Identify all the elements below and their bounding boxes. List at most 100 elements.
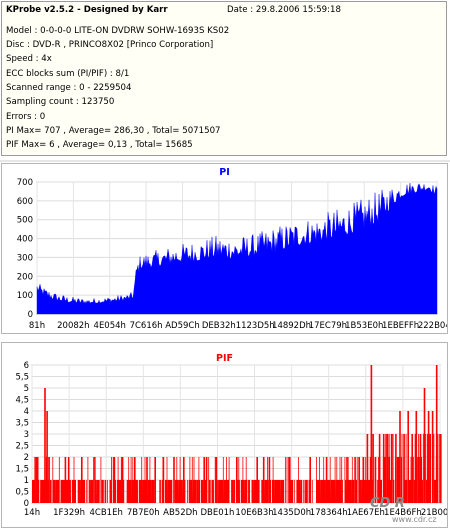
pi-x-tick-label: 7C616h bbox=[130, 321, 163, 331]
pif-bar bbox=[354, 457, 356, 503]
pif-bar bbox=[415, 411, 418, 503]
speed-line: Speed : 4x bbox=[6, 54, 52, 64]
pi-x-tick-label: 17EC79h bbox=[309, 321, 347, 331]
pi-chart: 0 100 200 300 400 500 600 700 81h 20082h 4E054h 7C6… bbox=[17, 178, 447, 331]
pi-y-tick-label: 100 bbox=[17, 291, 33, 301]
pi-y-tick-label: 300 bbox=[17, 253, 33, 263]
pif-chart-panel: PIF 0 0,5 1 1,5 2 2,5 3 3,5 4 4,5 5 5,5 6 14h 1F329h 4C… bbox=[1, 342, 448, 528]
pif-bar bbox=[203, 457, 205, 503]
watermark-logo: CD R bbox=[370, 496, 405, 511]
pif-bar bbox=[46, 411, 48, 503]
pif-bar bbox=[48, 457, 50, 503]
pif-bar bbox=[440, 434, 442, 503]
pif-y-tick-label: 3,5 bbox=[15, 419, 29, 429]
pif-bar bbox=[162, 457, 165, 503]
pif-bar bbox=[154, 457, 156, 503]
pi-y-tick-label: 500 bbox=[17, 216, 33, 226]
pif-bar bbox=[370, 365, 373, 503]
model-line: Model : 0-0-0-0 LITE-ON DVDRW SOHW-1693S… bbox=[6, 26, 230, 36]
pi-x-tick-label: 14892Dh bbox=[272, 321, 311, 331]
watermark-url: www.cdr.cz bbox=[392, 515, 437, 524]
pi-summary-line: PI Max= 707 , Average= 286,30 , Total= 5… bbox=[6, 126, 221, 136]
pif-bar bbox=[391, 434, 393, 503]
pif-y-tick-label: 2,5 bbox=[15, 442, 29, 452]
pif-y-tick-label: 5,5 bbox=[15, 373, 29, 383]
pif-bar bbox=[101, 480, 103, 503]
pif-bar bbox=[325, 457, 328, 503]
pif-x-tick-label: 7B7E0h bbox=[127, 508, 160, 518]
pi-x-tick-label: 20082h bbox=[57, 321, 89, 331]
pif-y-tick-label: 4 bbox=[24, 407, 29, 417]
pif-bar bbox=[134, 457, 136, 503]
pif-bar bbox=[142, 480, 144, 503]
pi-y-tick-label: 0 bbox=[28, 310, 33, 320]
disc-line: Disc : DVD-R , PRINCO8X02 [Princo Corpor… bbox=[6, 40, 214, 50]
app-title: KProbe v2.5.2 - Designed by Karr bbox=[6, 5, 168, 15]
pif-bar bbox=[195, 480, 197, 503]
pif-bar bbox=[346, 457, 348, 503]
divider bbox=[0, 160, 450, 162]
pif-bar bbox=[256, 457, 258, 503]
pi-y-tick-label: 700 bbox=[17, 178, 33, 188]
pif-bar bbox=[93, 457, 95, 503]
pif-x-tick-label: 4CB1Eh bbox=[90, 508, 123, 518]
pi-x-tick-label: 81h bbox=[29, 321, 45, 331]
pif-bar bbox=[248, 480, 250, 503]
pif-bar bbox=[215, 457, 218, 503]
pif-bar bbox=[121, 480, 124, 503]
pif-x-tick-label: 1F329h bbox=[53, 508, 85, 518]
pif-y-tick-label: 5 bbox=[24, 384, 29, 394]
pif-bar bbox=[64, 457, 67, 503]
pif-x-tick-label: 10E6B3h bbox=[235, 508, 273, 518]
pif-y-tick-label: 4,5 bbox=[15, 396, 29, 406]
pif-y-tick-label: 2 bbox=[24, 453, 29, 463]
pif-bar bbox=[395, 434, 397, 503]
pi-x-tick-label: 222B04h bbox=[418, 321, 447, 331]
ecc-line: ECC blocks sum (PI/PIF) : 8/1 bbox=[6, 69, 130, 79]
pi-x-tick-label: 4E054h bbox=[94, 321, 126, 331]
pif-x-tick-label: 178364h bbox=[310, 508, 348, 518]
pif-bar bbox=[358, 457, 360, 503]
pif-bar bbox=[297, 480, 299, 503]
pif-bar bbox=[366, 434, 369, 503]
pi-y-tick-label: 200 bbox=[17, 272, 33, 282]
pif-bar bbox=[227, 480, 230, 503]
pif-x-tick-label: 1435D0h bbox=[272, 508, 311, 518]
pif-bar bbox=[289, 457, 291, 503]
pif-y-tick-label: 3 bbox=[24, 430, 29, 440]
pif-bar bbox=[309, 457, 311, 503]
pif-bar bbox=[113, 457, 116, 503]
pif-bar bbox=[378, 434, 381, 503]
pi-chart-panel: PI 0 100 200 300 400 500 600 700 81h 20082h 4E054h… bbox=[1, 163, 448, 334]
pi-x-tick-label: DEB32h bbox=[202, 321, 236, 331]
pif-bar bbox=[427, 411, 430, 503]
pif-bar bbox=[174, 480, 177, 503]
pif-bar bbox=[268, 457, 271, 503]
pif-bar bbox=[423, 388, 426, 503]
pif-bar bbox=[399, 411, 401, 503]
pif-y-tick-label: 1,5 bbox=[15, 465, 29, 475]
pif-bar bbox=[435, 365, 438, 503]
pif-bar bbox=[431, 411, 434, 503]
pif-bar bbox=[387, 434, 389, 503]
pi-x-tick-label: 1123D5h bbox=[236, 321, 275, 331]
pi-y-tick-label: 600 bbox=[17, 197, 33, 207]
pi-x-tick-label: AD59Ch bbox=[165, 321, 200, 331]
pif-bar bbox=[276, 480, 279, 503]
pif-bar bbox=[44, 388, 46, 503]
pif-bar bbox=[56, 480, 59, 503]
pi-x-tick-label: 1EBEFFh bbox=[382, 321, 419, 331]
pif-x-tick-label: AB52Dh bbox=[163, 508, 197, 518]
pif-bar bbox=[183, 457, 185, 503]
pif-bar bbox=[338, 480, 340, 503]
pi-x-tick-label: 1B53E0h bbox=[345, 321, 383, 331]
range-line: Scanned range : 0 - 2259504 bbox=[6, 83, 132, 93]
pif-bar bbox=[419, 434, 422, 503]
pif-y-tick-label: 6 bbox=[24, 361, 29, 371]
sampling-line: Sampling count : 123750 bbox=[6, 97, 115, 107]
info-panel: KProbe v2.5.2 - Designed by Karr Date : … bbox=[1, 1, 447, 156]
pif-bar bbox=[411, 434, 413, 503]
pif-bar bbox=[81, 457, 83, 503]
pif-bar bbox=[317, 480, 320, 503]
pi-y-tick-label: 400 bbox=[17, 235, 33, 245]
